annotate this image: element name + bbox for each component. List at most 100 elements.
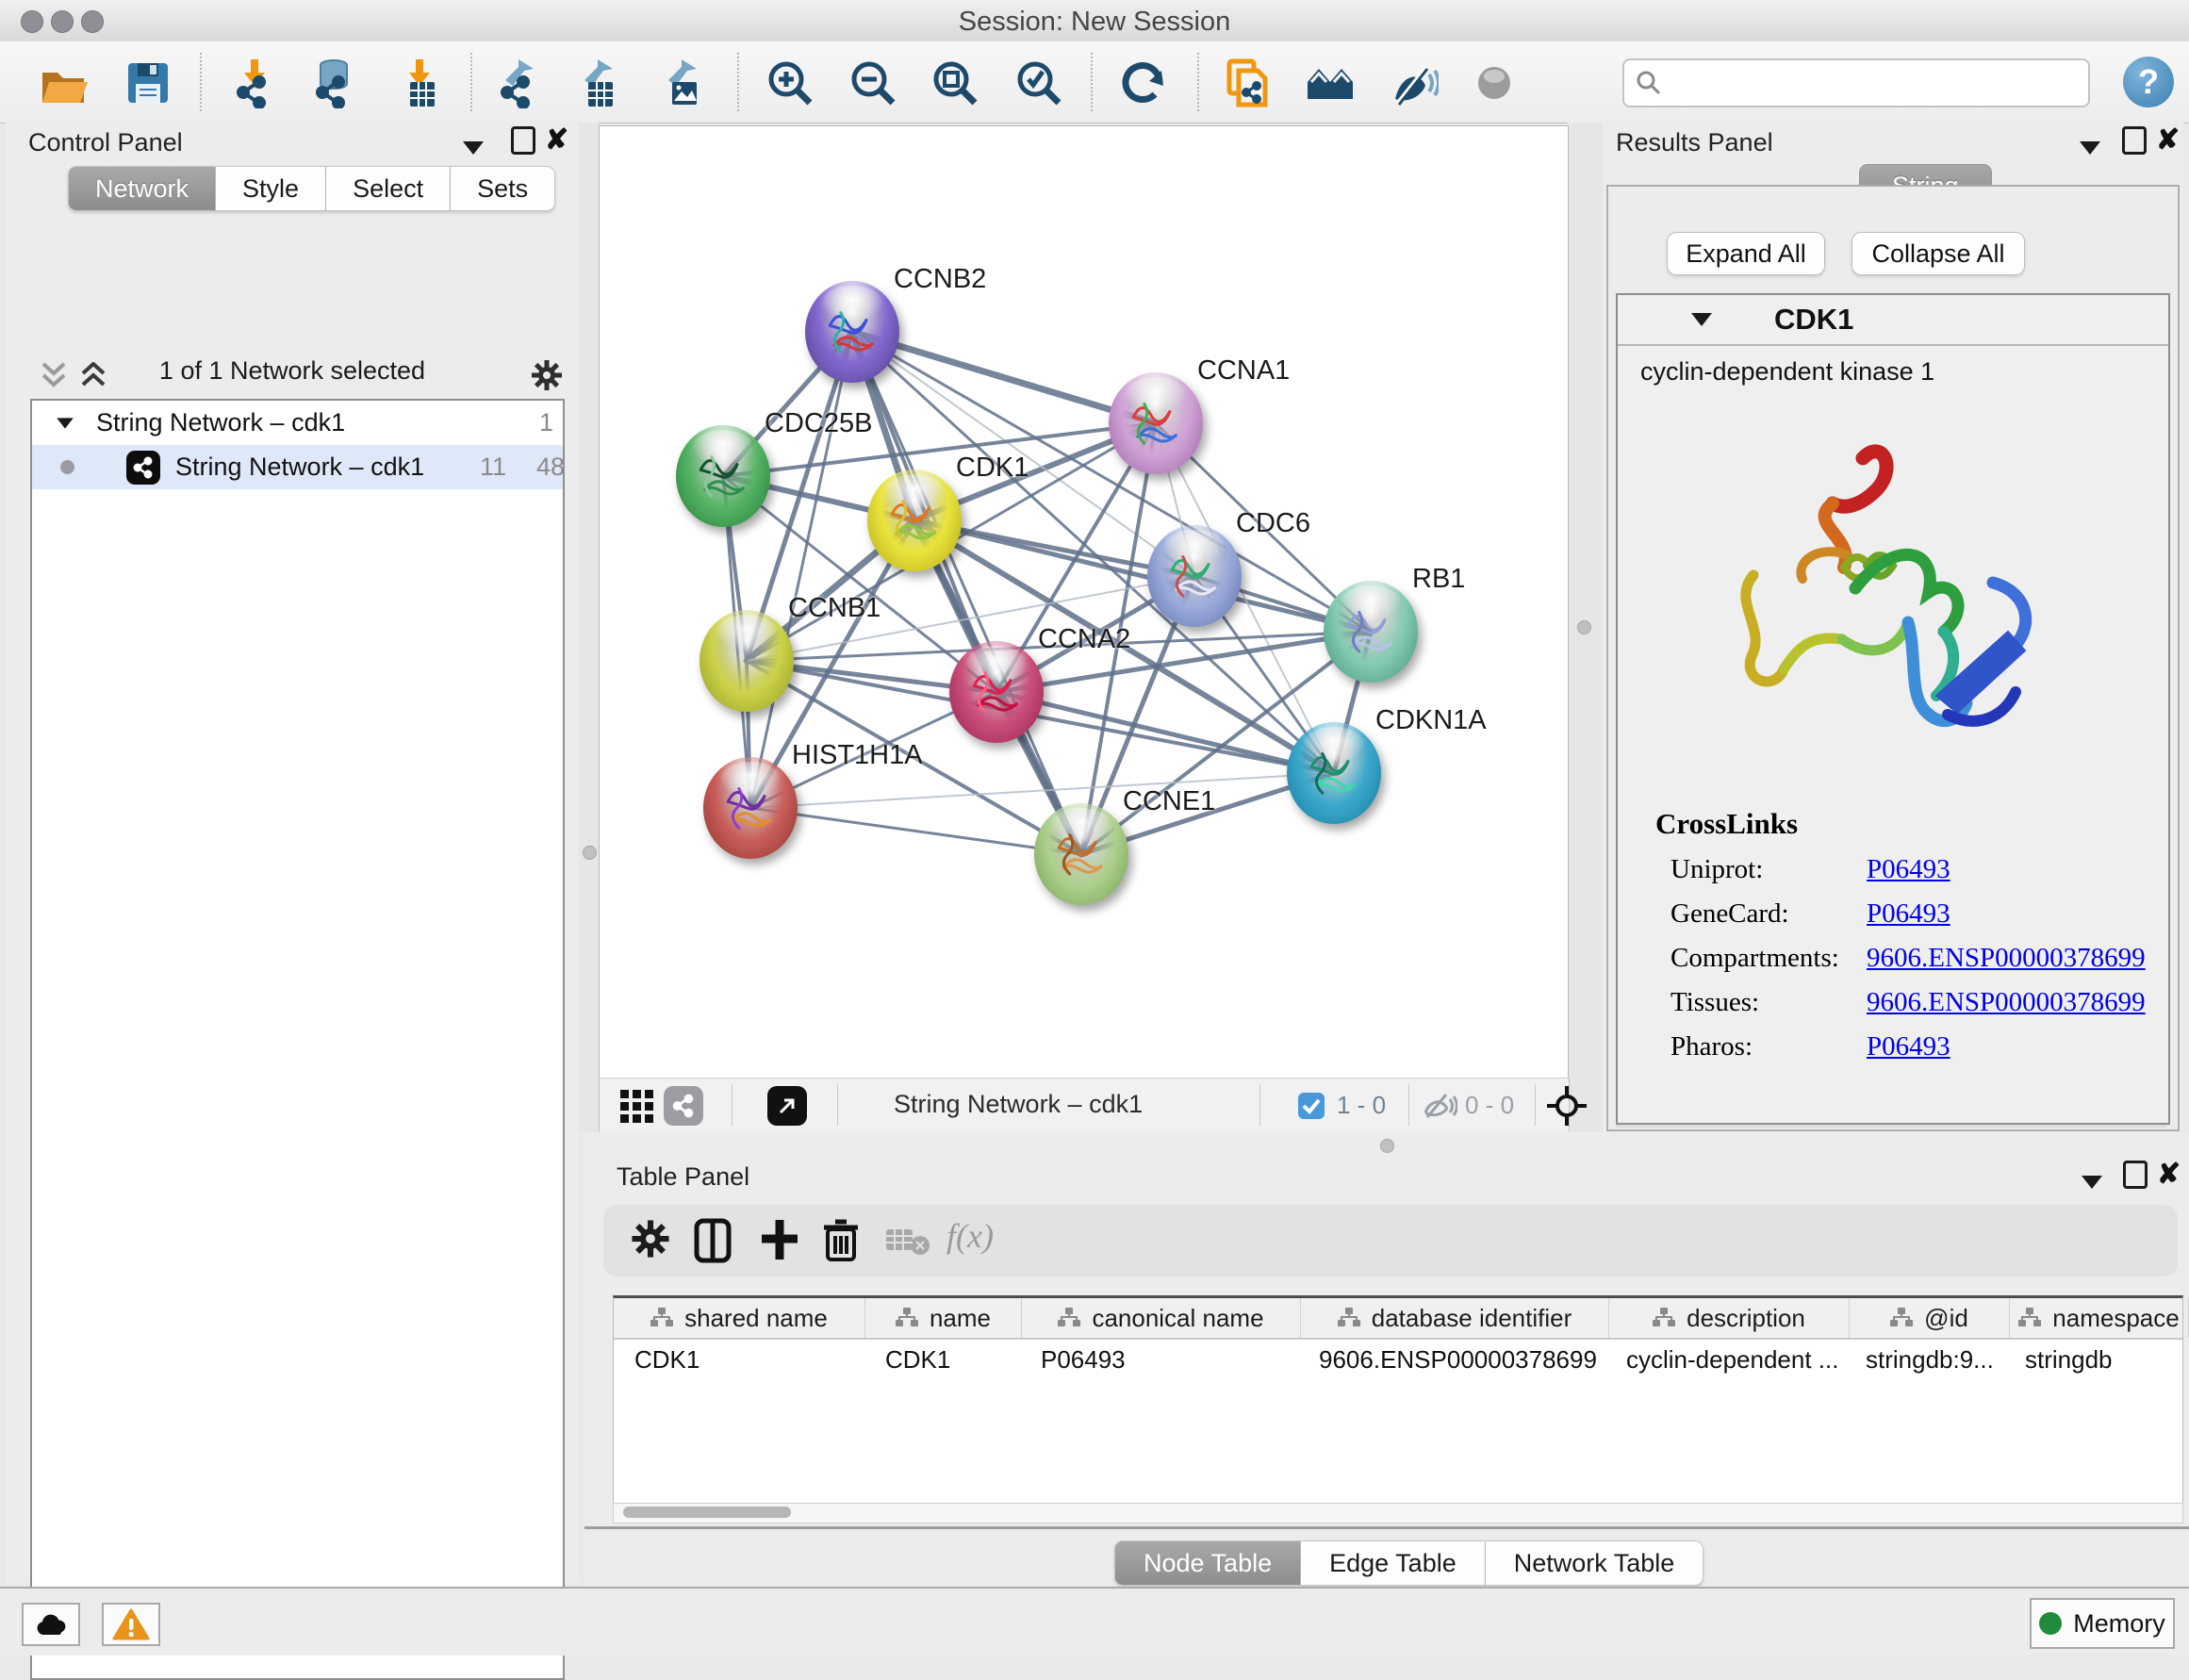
refresh-icon[interactable] — [1117, 57, 1170, 109]
import-network-from-database-icon[interactable] — [308, 57, 361, 109]
network-share-icon[interactable] — [664, 1086, 703, 1126]
section-expander-icon[interactable] — [1691, 313, 1712, 326]
crosslink-link[interactable]: 9606.ENSP00000378699 — [1867, 987, 2146, 1018]
control-panel: Control Panel ✘ NetworkStyleSelectSets 1… — [6, 123, 579, 1584]
duplicate-network-icon[interactable] — [1221, 57, 1274, 109]
node-CDC25B[interactable] — [676, 425, 770, 527]
control-panel-title: Control Panel — [28, 128, 183, 157]
clear-table-icon[interactable] — [886, 1227, 930, 1256]
horizontal-splitter-handle[interactable] — [1380, 1139, 1394, 1153]
crosslink-link[interactable]: P06493 — [1867, 854, 1950, 885]
save-session-icon[interactable] — [122, 57, 174, 109]
column-header-shared-name[interactable]: shared name — [614, 1298, 865, 1338]
column-header-database-identifier[interactable]: database identifier — [1301, 1298, 1609, 1338]
crosslink-label: Pharos: — [1671, 1031, 1867, 1062]
panel-menu-icon[interactable] — [463, 132, 484, 161]
application-window: Session: New Session ? Control Panel ✘ N… — [0, 0, 2189, 1654]
grid-view-icon[interactable] — [620, 1090, 654, 1124]
left-splitter[interactable] — [579, 123, 599, 1132]
toolbar-separator — [200, 53, 202, 111]
tab-network[interactable]: Network — [68, 166, 216, 211]
hidden-eye-icon[interactable] — [1422, 1092, 1457, 1120]
import-table-icon[interactable] — [394, 57, 447, 109]
zoom-in-icon[interactable] — [764, 57, 816, 109]
node-CDC6[interactable] — [1147, 525, 1242, 627]
column-header-canonical-name[interactable]: canonical name — [1022, 1298, 1301, 1338]
zoom-fit-icon[interactable] — [929, 57, 981, 109]
node-CCNA2[interactable] — [949, 641, 1044, 743]
node-CDK1[interactable] — [867, 469, 962, 571]
column-header--id[interactable]: @id — [1850, 1298, 2010, 1338]
node-CCNB1[interactable] — [699, 610, 794, 712]
crosslink-label: GeneCard: — [1671, 898, 1867, 930]
float-panel-icon[interactable] — [2123, 1161, 2148, 1195]
node-CDKN1A[interactable] — [1287, 722, 1381, 824]
left-splitter-handle[interactable] — [583, 846, 597, 860]
search-input[interactable] — [1671, 68, 2088, 99]
tab-select[interactable]: Select — [326, 166, 451, 211]
help-button[interactable]: ? — [2123, 57, 2174, 107]
memory-button[interactable]: Memory — [2030, 1598, 2175, 1649]
node-label-CDC25B: CDC25B — [765, 408, 872, 439]
scrollbar-thumb[interactable] — [623, 1507, 791, 1518]
tab-node-table[interactable]: Node Table — [1114, 1540, 1301, 1586]
float-panel-icon[interactable] — [2122, 126, 2147, 161]
warnings-button[interactable] — [102, 1603, 160, 1646]
node-CCNA1[interactable] — [1109, 372, 1203, 474]
panel-menu-icon[interactable] — [2080, 132, 2100, 161]
fit-content-crosshair-icon[interactable] — [1546, 1085, 1588, 1127]
table-horizontal-scrollbar[interactable] — [613, 1503, 2183, 1524]
close-panel-icon[interactable]: ✘ — [2157, 1158, 2181, 1191]
cloud-status-button[interactable] — [22, 1603, 80, 1646]
hide-panels-icon[interactable] — [1387, 57, 1440, 109]
export-image-icon[interactable] — [656, 57, 709, 109]
show-panels-icon[interactable] — [1469, 57, 1522, 109]
gear-icon[interactable] — [630, 1218, 671, 1260]
column-header-name[interactable]: name — [865, 1298, 1022, 1338]
collapse-all-button[interactable]: Collapse All — [1852, 232, 2025, 275]
delete-column-trash-icon[interactable] — [822, 1218, 860, 1263]
birds-eye-view-icon[interactable] — [767, 1086, 807, 1126]
node-CCNE1[interactable] — [1034, 803, 1128, 905]
tab-network-table[interactable]: Network Table — [1486, 1540, 1704, 1586]
crosslink-link[interactable]: P06493 — [1867, 898, 1950, 930]
tab-edge-table[interactable]: Edge Table — [1301, 1540, 1486, 1586]
import-network-icon[interactable] — [229, 57, 282, 109]
gear-icon[interactable] — [530, 358, 564, 392]
open-session-icon[interactable] — [38, 57, 91, 109]
export-network-icon[interactable] — [493, 57, 546, 109]
close-panel-icon[interactable]: ✘ — [2156, 124, 2180, 156]
network-label: String Network – cdk1 — [175, 453, 424, 482]
float-panel-icon[interactable] — [511, 126, 535, 161]
node-CCNB2[interactable] — [805, 281, 899, 383]
zoom-selected-icon[interactable] — [1012, 57, 1065, 109]
panel-menu-icon[interactable] — [2082, 1166, 2102, 1195]
export-table-icon[interactable] — [572, 57, 625, 109]
table-row[interactable]: CDK1CDK1P064939606.ENSP00000378699cyclin… — [614, 1340, 2182, 1379]
search-field[interactable] — [1622, 58, 2090, 107]
crosslink-link[interactable]: 9606.ENSP00000378699 — [1867, 943, 2146, 974]
collection-expander-icon[interactable] — [57, 418, 74, 428]
tab-sets[interactable]: Sets — [451, 166, 555, 211]
edge-CCNB2-CCNE1 — [852, 332, 1081, 854]
gene-section-header[interactable]: CDK1 — [1618, 295, 2168, 346]
close-panel-icon[interactable]: ✘ — [545, 124, 568, 156]
network-canvas[interactable]: CCNB2CCNA1CDC25BCDK1CDC6RB1CCNB1CCNA2CDK… — [599, 125, 1569, 1079]
show-columns-icon[interactable] — [694, 1218, 732, 1263]
function-builder-icon[interactable]: f(x) — [946, 1216, 994, 1256]
column-header-namespace[interactable]: namespace — [2010, 1298, 2189, 1338]
add-column-icon[interactable] — [760, 1218, 799, 1261]
node-RB1[interactable] — [1324, 581, 1418, 683]
crosslink-label: Tissues: — [1671, 987, 1867, 1018]
column-header-description[interactable]: description — [1609, 1298, 1850, 1338]
tab-style[interactable]: Style — [216, 166, 326, 211]
selected-checkbox-icon[interactable] — [1297, 1092, 1325, 1120]
network-row[interactable]: String Network – cdk1 11 48 — [32, 445, 563, 489]
crosslink-link[interactable]: P06493 — [1867, 1031, 1950, 1062]
node-HIST1H1A[interactable] — [703, 757, 798, 859]
zoom-out-icon[interactable] — [847, 57, 899, 109]
network-collection-row[interactable]: String Network – cdk1 1 — [32, 401, 563, 445]
right-splitter-handle[interactable] — [1577, 620, 1591, 634]
expand-all-button[interactable]: Expand All — [1667, 232, 1825, 275]
network-overview-icon[interactable] — [1305, 57, 1358, 109]
